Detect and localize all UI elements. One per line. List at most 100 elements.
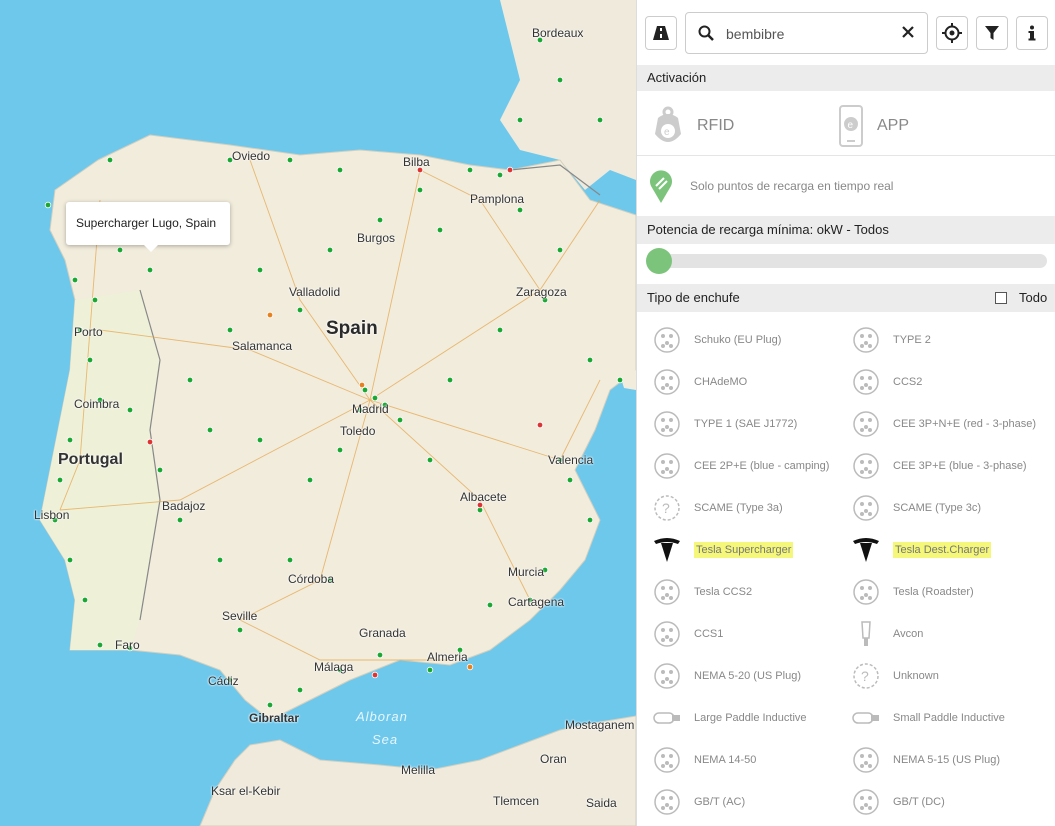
plug-option[interactable]: CEE 3P+N+E (red - 3-phase) bbox=[851, 406, 1036, 442]
svg-text:?: ? bbox=[861, 668, 869, 684]
plug-option[interactable]: NEMA 5-20 (US Plug) bbox=[652, 658, 801, 694]
activacion-header: Activación bbox=[637, 65, 1055, 91]
plug-option[interactable]: CCS2 bbox=[851, 364, 922, 400]
plug-option[interactable]: Tesla Supercharger bbox=[652, 532, 794, 568]
gbt-ac-icon bbox=[652, 787, 682, 817]
plug-label: SCAME (Type 3a) bbox=[694, 502, 783, 514]
realtime-option[interactable]: Solo puntos de recarga en tiempo real bbox=[647, 168, 893, 204]
plug-option[interactable]: GB/T (AC) bbox=[652, 784, 745, 820]
plug-option[interactable]: ? SCAME (Type 3a) bbox=[652, 490, 783, 526]
power-slider-track[interactable] bbox=[647, 254, 1047, 268]
plug-option[interactable]: Large Paddle Inductive bbox=[652, 700, 807, 736]
plug-label: CCS1 bbox=[694, 628, 724, 640]
tesla-roadster-icon bbox=[851, 577, 881, 607]
map-label-toledo: Toledo bbox=[340, 424, 376, 438]
type1-icon bbox=[652, 409, 682, 439]
app-label: APP bbox=[877, 117, 910, 134]
map-label-seville: Seville bbox=[222, 609, 258, 623]
info-button[interactable] bbox=[1016, 16, 1048, 50]
plug-option[interactable]: SCAME (Type 3c) bbox=[851, 490, 981, 526]
locate-button[interactable] bbox=[936, 16, 968, 50]
plug-label: CHAdeMO bbox=[694, 376, 748, 388]
map-label-albacete: Albacete bbox=[460, 490, 507, 504]
svg-text:e: e bbox=[848, 120, 854, 131]
plug-option[interactable]: NEMA 14-50 bbox=[652, 742, 756, 778]
plug-label: TYPE 1 (SAE J1772) bbox=[694, 418, 798, 430]
search-input[interactable]: bembibre bbox=[726, 26, 784, 42]
map-view[interactable]: Bordeaux Oviedo Bilba Pamplona Burgos Za… bbox=[0, 0, 636, 826]
tipo-enchufe-header: Tipo de enchufe bbox=[637, 284, 1055, 312]
plug-option[interactable]: CEE 3P+E (blue - 3-phase) bbox=[851, 448, 1027, 484]
plug-label: Small Paddle Inductive bbox=[893, 712, 1005, 724]
filter-icon bbox=[985, 26, 999, 40]
plug-label: CCS2 bbox=[893, 376, 923, 388]
cee-3pe-icon bbox=[851, 451, 881, 481]
map-label-murcia: Murcia bbox=[508, 565, 545, 579]
plug-option[interactable]: Tesla CCS2 bbox=[652, 574, 752, 610]
power-slider-handle[interactable] bbox=[646, 248, 672, 274]
search-box[interactable]: bembibre bbox=[685, 12, 928, 54]
map-label-sea: Sea bbox=[372, 732, 399, 747]
plug-option[interactable]: ? Unknown bbox=[851, 658, 939, 694]
map-label-cartagena: Cartagena bbox=[508, 595, 565, 609]
map-label-pamplona: Pamplona bbox=[470, 192, 525, 206]
schuko-icon bbox=[652, 325, 682, 355]
plug-label: Schuko (EU Plug) bbox=[694, 334, 782, 346]
filter-button[interactable] bbox=[976, 16, 1008, 50]
todo-label: Todo bbox=[1019, 290, 1048, 305]
svg-text:e: e bbox=[664, 127, 670, 138]
map-label-madrid: Madrid bbox=[352, 402, 389, 416]
plug-option[interactable]: CCS1 bbox=[652, 616, 723, 652]
map-label-coimbra: Coimbra bbox=[74, 397, 120, 411]
top-toolbar: bembibre bbox=[637, 0, 1055, 66]
map-label-cadiz: Cádiz bbox=[208, 674, 239, 688]
ccs2-icon bbox=[851, 367, 881, 397]
select-all-checkbox[interactable] bbox=[995, 292, 1007, 304]
map-label-tlemcen: Tlemcen bbox=[493, 794, 540, 808]
plug-label: NEMA 14-50 bbox=[694, 754, 757, 766]
clear-icon[interactable] bbox=[901, 25, 915, 39]
plug-option[interactable]: CEE 2P+E (blue - camping) bbox=[652, 448, 829, 484]
plug-option[interactable]: GB/T (DC) bbox=[851, 784, 945, 820]
plug-option[interactable]: Tesla Dest.Charger bbox=[851, 532, 992, 568]
plug-option[interactable]: Schuko (EU Plug) bbox=[652, 322, 781, 358]
map-label-gibraltar: Gibraltar bbox=[249, 711, 300, 725]
plug-option[interactable]: Avcon bbox=[851, 616, 923, 652]
map-label-ksar: Ksar el-Kebir bbox=[211, 784, 281, 798]
map-label-almeria: Almeria bbox=[427, 650, 468, 664]
app-option[interactable]: e APP bbox=[839, 104, 909, 148]
scame-3a-icon: ? bbox=[652, 493, 682, 523]
plug-option[interactable]: Tesla (Roadster) bbox=[851, 574, 974, 610]
scame-3c-icon bbox=[851, 493, 881, 523]
plug-label: Avcon bbox=[893, 628, 924, 640]
plug-option[interactable]: TYPE 1 (SAE J1772) bbox=[652, 406, 797, 442]
plug-option[interactable]: Small Paddle Inductive bbox=[851, 700, 1005, 736]
portugal-region bbox=[40, 290, 160, 650]
svg-text:?: ? bbox=[662, 500, 670, 516]
plug-label: TYPE 2 bbox=[893, 334, 931, 346]
map-label-bordeaux: Bordeaux bbox=[532, 26, 584, 40]
divider bbox=[637, 155, 1055, 156]
plug-option[interactable]: NEMA 5-15 (US Plug) bbox=[851, 742, 1000, 778]
realtime-pin-icon bbox=[650, 170, 672, 203]
map-label-alboran: Alboran bbox=[356, 709, 408, 724]
map-label-bilbao: Bilba bbox=[403, 155, 430, 169]
nema-5-20-icon bbox=[652, 661, 682, 691]
small-paddle-icon bbox=[851, 703, 881, 733]
ccs1-icon bbox=[652, 619, 682, 649]
road-view-button[interactable] bbox=[645, 16, 677, 50]
tesla-ccs2-icon bbox=[652, 577, 682, 607]
realtime-label: Solo puntos de recarga en tiempo real bbox=[690, 179, 894, 193]
plug-option[interactable]: TYPE 2 bbox=[851, 322, 931, 358]
map-label-spain: Spain bbox=[326, 318, 378, 339]
chademo-icon bbox=[652, 367, 682, 397]
map-label-valencia: Valencia bbox=[548, 453, 594, 467]
plug-label: CEE 2P+E (blue - camping) bbox=[694, 460, 830, 472]
tooltip-text: Supercharger Lugo, Spain bbox=[76, 216, 217, 230]
plug-option[interactable]: CHAdeMO bbox=[652, 364, 747, 400]
rfid-option[interactable]: e RFID bbox=[651, 104, 734, 148]
plug-label: GB/T (DC) bbox=[893, 796, 945, 808]
plug-label: Tesla Dest.Charger bbox=[893, 542, 992, 558]
plug-label: Large Paddle Inductive bbox=[694, 712, 807, 724]
map-canvas bbox=[39, 0, 636, 826]
